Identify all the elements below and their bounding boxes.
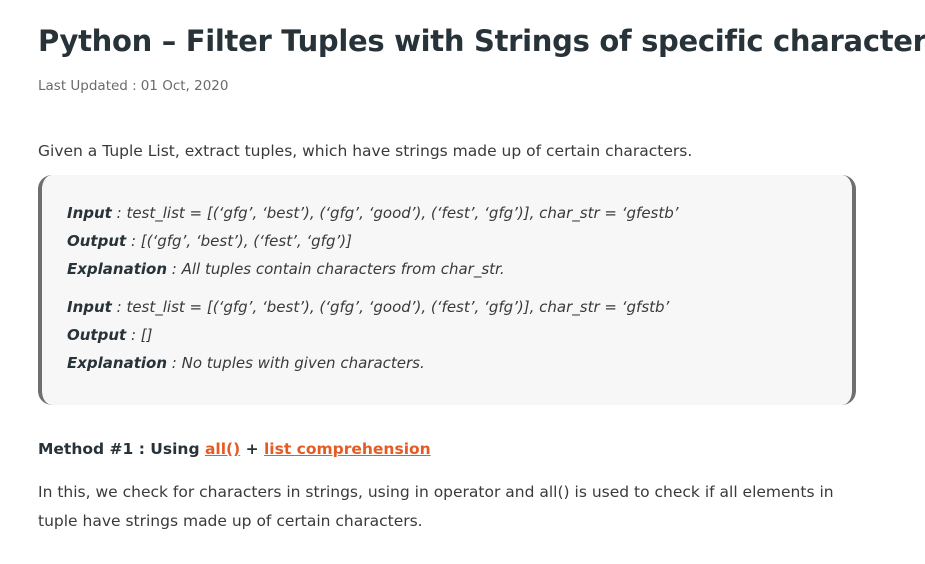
- explanation-value: : All tuples contain characters from cha…: [167, 260, 505, 278]
- input-key: Input: [67, 204, 112, 222]
- example-1-output: Output : [(‘gfg’, ‘best’), (‘fest’, ‘gfg…: [67, 231, 679, 259]
- example-2-explanation: Explanation : No tuples with given chara…: [67, 353, 669, 381]
- explanation-key: Explanation: [67, 354, 168, 372]
- explanation-value: : No tuples with given characters.: [167, 354, 425, 372]
- example-box: Input : test_list = [(‘gfg’, ‘best’), (‘…: [38, 175, 856, 405]
- method-description: In this, we check for characters in stri…: [38, 483, 834, 530]
- method-heading: Method #1 : Using all() + list comprehen…: [38, 440, 431, 458]
- output-value: : []: [126, 326, 153, 344]
- last-updated-label: Last Updated :: [38, 78, 137, 94]
- output-key: Output: [67, 326, 127, 344]
- example-1: Input : test_list = [(‘gfg’, ‘best’), (‘…: [67, 203, 679, 287]
- example-2: Input : test_list = [(‘gfg’, ‘best’), (‘…: [67, 297, 669, 381]
- output-key: Output: [67, 232, 127, 250]
- method-prefix: Method #1 : Using: [38, 440, 205, 458]
- last-updated-date: 01 Oct, 2020: [140, 78, 229, 94]
- output-value: : [(‘gfg’, ‘best’), (‘fest’, ‘gfg’)]: [126, 232, 352, 250]
- example-2-input: Input : test_list = [(‘gfg’, ‘best’), (‘…: [67, 297, 669, 325]
- input-value: : test_list = [(‘gfg’, ‘best’), (‘gfg’, …: [111, 204, 679, 222]
- intro-paragraph: Given a Tuple List, extract tuples, whic…: [38, 142, 693, 160]
- example-2-output: Output : []: [67, 325, 669, 353]
- all-function-link[interactable]: all(): [205, 440, 240, 458]
- input-key: Input: [67, 298, 112, 316]
- list-comprehension-link[interactable]: list comprehension: [264, 440, 431, 458]
- page-title: Python – Filter Tuples with Strings of s…: [38, 24, 925, 58]
- example-1-input: Input : test_list = [(‘gfg’, ‘best’), (‘…: [67, 203, 679, 231]
- last-updated: Last Updated :01 Oct, 2020: [38, 78, 228, 94]
- explanation-key: Explanation: [67, 260, 168, 278]
- example-1-explanation: Explanation : All tuples contain charact…: [67, 259, 679, 287]
- method-joiner: +: [240, 440, 264, 458]
- input-value: : test_list = [(‘gfg’, ‘best’), (‘gfg’, …: [111, 298, 670, 316]
